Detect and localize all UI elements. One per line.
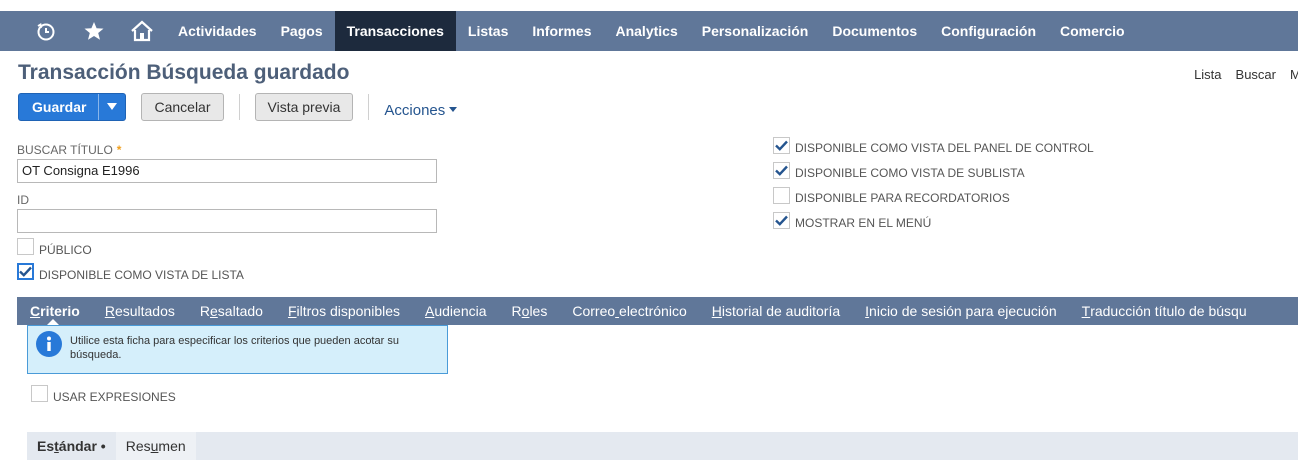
tab-criterio[interactable]: Criterio (17, 297, 92, 325)
subtab-resumen[interactable]: Res u men (115, 432, 196, 460)
checkmark-icon (19, 266, 32, 277)
tab-inicio-sesion-ejecucion[interactable]: Inicio de sesión para ejecución (852, 297, 1068, 325)
tab-bar: Criterio Resultados Re saltado Filtros di… (17, 297, 1298, 325)
nav-pagos[interactable]: Pagos (269, 11, 335, 51)
nav-actividades[interactable]: Actividades (166, 11, 269, 51)
sublist-view-checkbox[interactable] (773, 162, 790, 179)
nav-listas[interactable]: Listas (456, 11, 520, 51)
tab-correo-electronico[interactable]: Correo electrónico (559, 297, 698, 325)
star-icon[interactable] (70, 11, 118, 51)
show-in-menu-label: MOSTRAR EN EL MENÚ (795, 216, 932, 230)
public-checkbox[interactable] (17, 238, 34, 255)
save-button[interactable]: Guardar (18, 93, 127, 121)
public-label: PÚBLICO (39, 243, 92, 257)
id-field-label: ID (17, 193, 29, 207)
nav-transacciones[interactable]: Transacciones (334, 11, 456, 51)
sublist-view-label: DISPONIBLE COMO VISTA DE SUBLISTA (795, 166, 1025, 180)
tab-resaltado[interactable]: Re saltado (187, 297, 275, 325)
actions-menu[interactable]: Acciones (384, 101, 458, 119)
subtab-estandar[interactable]: Es t ándar • (27, 432, 116, 460)
tab-traduccion-titulo[interactable]: Traducción título de búsqu (1069, 297, 1259, 325)
show-in-menu-checkbox[interactable] (773, 212, 790, 229)
actions-label: Acciones (384, 101, 446, 119)
nav-configuracion[interactable]: Configuración (929, 11, 1048, 51)
required-marker: * (116, 143, 122, 157)
list-view-checkbox[interactable] (17, 263, 34, 280)
toolbar: Guardar Cancelar Vista previa Acciones (18, 93, 458, 121)
tab-resultados[interactable]: Resultados (92, 297, 187, 325)
nav-informes[interactable]: Informes (520, 11, 603, 51)
use-expressions-checkbox[interactable] (31, 385, 48, 402)
reminders-label: DISPONIBLE PARA RECORDATORIOS (795, 191, 1010, 205)
save-dropdown-icon[interactable] (98, 94, 125, 120)
tab-audiencia[interactable]: Audiencia (412, 297, 499, 325)
list-view-label: DISPONIBLE COMO VISTA DE LISTA (39, 268, 244, 282)
link-lista[interactable]: Lista (1194, 67, 1221, 82)
title-input[interactable]: OT Consigna E1996 (17, 159, 437, 183)
nav-comercio[interactable]: Comercio (1048, 11, 1137, 51)
info-message: Utilice esta ficha para especificar los … (27, 325, 448, 374)
recent-icon[interactable] (22, 11, 70, 51)
cancel-button[interactable]: Cancelar (141, 93, 224, 121)
nav-analytics[interactable]: Analytics (603, 11, 689, 51)
dashboard-view-label: DISPONIBLE COMO VISTA DEL PANEL DE CONTR… (795, 141, 1094, 155)
page-title: Transacción Búsqueda guardado (18, 61, 350, 84)
checkmark-icon (775, 140, 788, 151)
tab-roles[interactable]: Ro les (499, 297, 560, 325)
home-icon[interactable] (118, 11, 166, 51)
nav-personalizacion[interactable]: Personalización (690, 11, 821, 51)
save-button-label: Guardar (32, 99, 87, 115)
title-label-text: BUSCAR TÍTULO (17, 143, 113, 157)
checkmark-icon (775, 165, 788, 176)
nav-documentos[interactable]: Documentos (820, 11, 929, 51)
link-buscar[interactable]: Buscar (1236, 67, 1276, 82)
tab-filtros-disponibles[interactable]: Filtros disponibles (275, 297, 412, 325)
dashboard-view-checkbox[interactable] (773, 137, 790, 154)
toolbar-divider (238, 94, 240, 120)
preview-button[interactable]: Vista previa (254, 93, 354, 121)
top-links: Lista Buscar M (1194, 67, 1298, 82)
tab-historial-auditoria[interactable]: Historial de auditoría (699, 297, 852, 325)
chevron-down-icon (449, 107, 458, 112)
info-icon (36, 331, 62, 357)
subtab-bar: Es t ándar • Res u men (27, 432, 1298, 460)
id-input[interactable] (17, 209, 437, 233)
link-more[interactable]: M (1290, 67, 1298, 82)
checkmark-icon (775, 215, 788, 226)
title-field-label: BUSCAR TÍTULO * (17, 143, 121, 157)
top-nav: Actividades Pagos Transacciones Listas I… (0, 11, 1298, 51)
toolbar-divider (368, 94, 370, 120)
reminders-checkbox[interactable] (773, 187, 790, 204)
info-text: Utilice esta ficha para especificar los … (70, 335, 399, 361)
use-expressions-label: USAR EXPRESIONES (53, 390, 176, 404)
